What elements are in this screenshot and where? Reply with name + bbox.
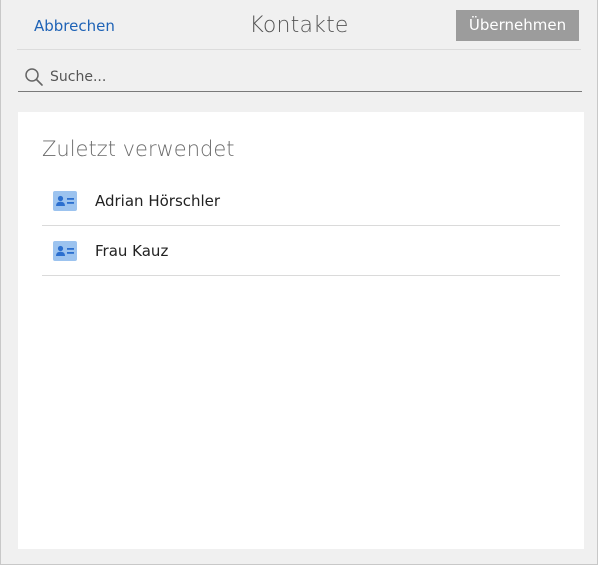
- apply-button[interactable]: Übernehmen: [456, 10, 579, 41]
- contact-card-icon: [53, 241, 77, 261]
- contact-name: Frau Kauz: [95, 242, 169, 260]
- contact-list: Adrian Hörschler Frau Kauz: [42, 176, 560, 276]
- search-input[interactable]: [50, 66, 550, 88]
- dialog-header: Abbrechen Kontakte Übernehmen: [17, 0, 581, 50]
- contact-name: Adrian Hörschler: [95, 192, 221, 210]
- contact-list-item[interactable]: Adrian Hörschler: [42, 176, 560, 226]
- recent-contacts-panel: Zuletzt verwendet Adrian Hörschler Frau …: [18, 112, 584, 549]
- contacts-dialog: Abbrechen Kontakte Übernehmen Zuletzt ve…: [0, 0, 598, 565]
- search-icon: [25, 68, 43, 86]
- section-title: Zuletzt verwendet: [42, 137, 235, 161]
- search-bar: [18, 62, 582, 92]
- contact-card-icon: [53, 191, 77, 211]
- contact-list-item[interactable]: Frau Kauz: [42, 226, 560, 276]
